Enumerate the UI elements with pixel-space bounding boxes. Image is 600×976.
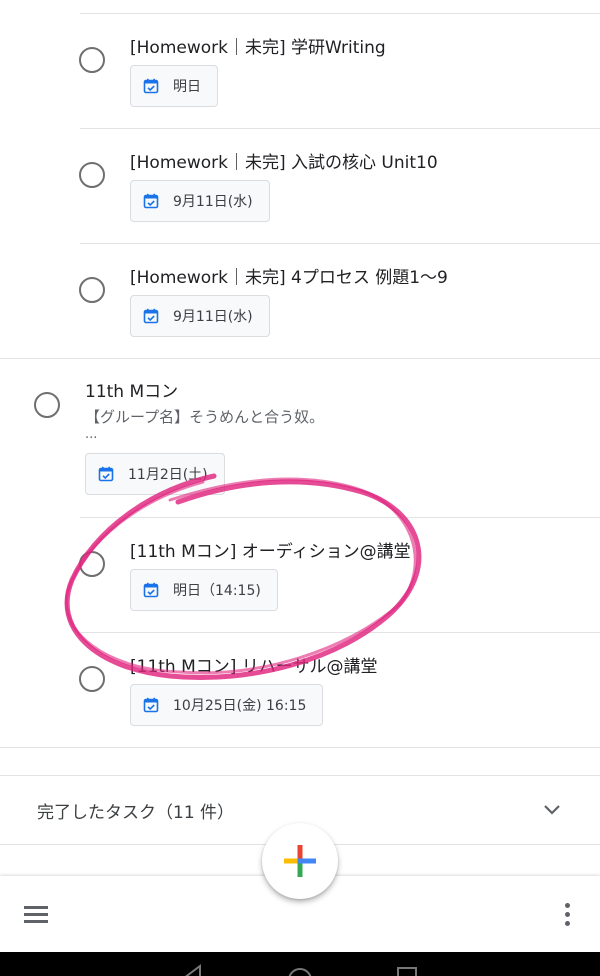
task-title: [Homework｜未完] 入試の核心 Unit10	[130, 153, 438, 173]
calendar-icon	[98, 466, 114, 482]
task-title: [11th Mコン] オーディション@講堂	[130, 542, 411, 562]
system-navigation-bar	[0, 952, 600, 976]
radio-circle-icon[interactable]	[79, 666, 105, 692]
date-chip[interactable]: 明日	[130, 65, 218, 107]
divider	[80, 632, 600, 633]
tasks-screen: [Homework｜未完] 学研Writing 明日 [Homework｜未完]…	[0, 0, 600, 976]
divider	[0, 358, 600, 359]
chevron-down-icon[interactable]	[540, 798, 564, 822]
task-title: [Homework｜未完] 4プロセス 例題1～9	[130, 268, 448, 288]
divider	[80, 517, 600, 518]
task-title: [Homework｜未完] 学研Writing	[130, 38, 386, 58]
back-icon[interactable]	[184, 964, 201, 976]
date-chip[interactable]: 11月2日(土)	[85, 453, 225, 495]
date-chip-text: 9月11日(水)	[173, 194, 253, 210]
divider	[80, 13, 600, 14]
divider	[0, 747, 600, 748]
plus-icon	[284, 845, 316, 877]
more-vertical-icon[interactable]	[560, 903, 574, 927]
date-chip[interactable]: 9月11日(水)	[130, 295, 270, 337]
task-notes: 【グループ名】そうめんと合う奴。	[85, 408, 325, 426]
radio-circle-icon[interactable]	[34, 392, 60, 418]
task-title: [11th Mコン] リハーサル@講堂	[130, 657, 378, 677]
nav-icons	[184, 964, 417, 976]
radio-circle-icon[interactable]	[79, 47, 105, 73]
recents-icon[interactable]	[397, 967, 417, 976]
hamburger-menu-icon[interactable]	[24, 906, 50, 924]
divider	[80, 128, 600, 129]
date-chip-text: 明日	[173, 79, 201, 95]
date-chip[interactable]: 明日（14:15)	[130, 569, 278, 611]
date-chip-text: 9月11日(水)	[173, 309, 253, 325]
date-chip[interactable]: 10月25日(金) 16:15	[130, 684, 324, 726]
date-chip[interactable]: 9月11日(水)	[130, 180, 270, 222]
task-notes-more: ...	[85, 427, 98, 442]
calendar-icon	[143, 193, 159, 209]
radio-circle-icon[interactable]	[79, 162, 105, 188]
calendar-icon	[143, 582, 159, 598]
completed-tasks-label: 完了したタスク（11 件）	[37, 803, 235, 823]
date-chip-text: 11月2日(土)	[128, 467, 208, 483]
task-title: 11th Mコン	[85, 382, 179, 402]
date-chip-text: 明日（14:15)	[173, 583, 261, 599]
calendar-icon	[143, 697, 159, 713]
radio-circle-icon[interactable]	[79, 551, 105, 577]
divider	[80, 243, 600, 244]
calendar-icon	[143, 308, 159, 324]
date-chip-text: 10月25日(金) 16:15	[173, 698, 307, 714]
radio-circle-icon[interactable]	[79, 277, 105, 303]
home-icon[interactable]	[288, 968, 312, 976]
add-task-button[interactable]	[262, 823, 338, 899]
calendar-icon	[143, 78, 159, 94]
